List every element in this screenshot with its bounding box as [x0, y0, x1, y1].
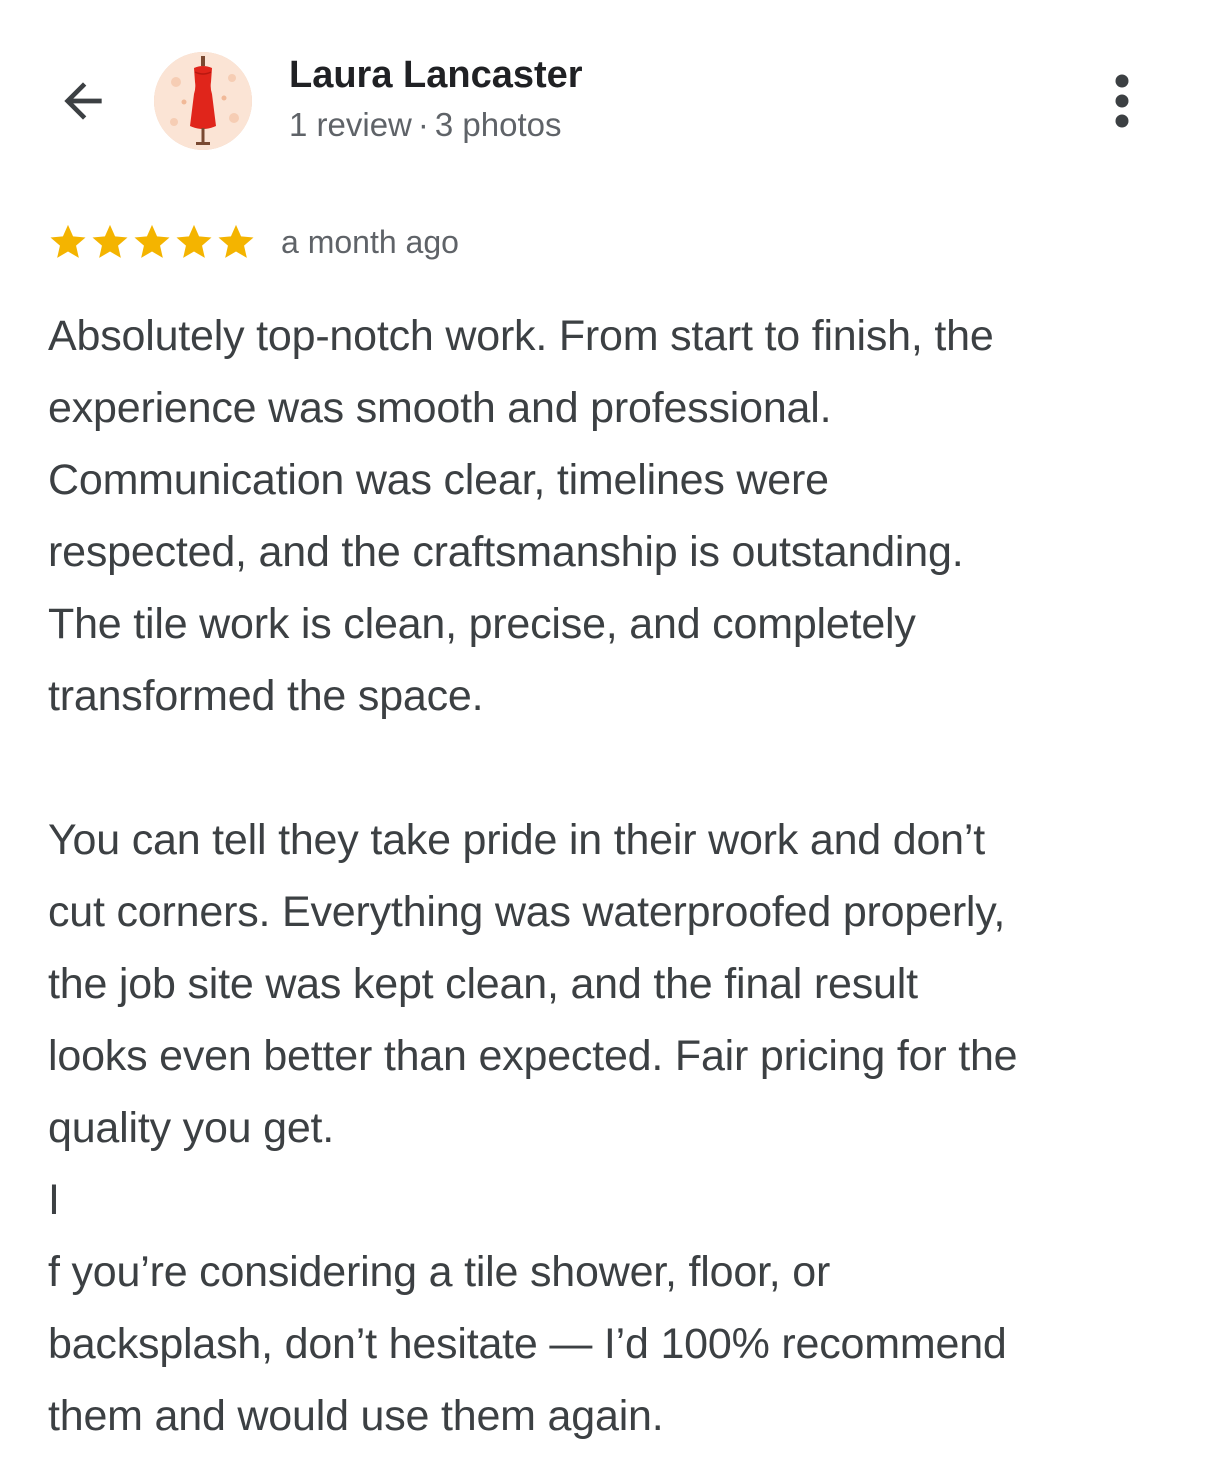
review-text-line: f you’re considering a tile shower, floo… — [48, 1248, 831, 1296]
review-paragraph-2: You can tell they take pride in their wo… — [48, 804, 1178, 1452]
review-text-line: transformed the space. — [48, 672, 484, 720]
review-count: 1 review — [289, 106, 412, 143]
review-text-line: cut corners. Everything was waterproofed… — [48, 888, 1006, 936]
avatar[interactable] — [154, 52, 252, 150]
photo-count: 3 photos — [434, 106, 562, 143]
review-text-line: looks even better than expected. Fair pr… — [48, 1032, 1018, 1080]
review-header: Laura Lancaster 1 review · 3 photos — [0, 0, 1206, 170]
review-text-line: them and would use them again. — [48, 1392, 664, 1440]
more-options-button[interactable] — [1098, 68, 1146, 134]
review-text: Absolutely top-notch work. From start to… — [48, 300, 1178, 1452]
arrow-back-icon — [64, 82, 102, 120]
meta-separator: · — [417, 106, 429, 143]
reviewer-meta: 1 review · 3 photos — [289, 106, 562, 144]
star-icon — [134, 224, 170, 258]
reviewer-name[interactable]: Laura Lancaster — [289, 54, 583, 97]
review-text-line: Absolutely top-notch work. From start to… — [48, 312, 994, 360]
star-icon — [50, 224, 86, 258]
rating-row: a month ago — [47, 218, 459, 266]
review-text-line: The tile work is clean, precise, and com… — [48, 600, 916, 648]
star-icon — [92, 224, 128, 258]
star-icon — [218, 224, 254, 258]
review-text-line: respected, and the craftsmanship is outs… — [48, 528, 964, 576]
star-rating — [47, 221, 257, 263]
review-text-line: experience was smooth and professional. — [48, 384, 832, 432]
dress-mannequin-avatar-icon — [154, 52, 252, 150]
review-time: a month ago — [281, 223, 459, 260]
star-icon — [176, 224, 212, 258]
review-text-line: I — [48, 1176, 60, 1224]
back-button[interactable] — [50, 68, 116, 134]
review-text-line: the job site was kept clean, and the fin… — [48, 960, 918, 1008]
review-text-line: Communication was clear, timelines were — [48, 456, 829, 504]
review-text-line: quality you get. — [48, 1104, 335, 1152]
review-text-line: backsplash, don’t hesitate — I’d 100% re… — [48, 1320, 1007, 1368]
review-paragraph-1: Absolutely top-notch work. From start to… — [48, 300, 1178, 732]
review-text-line: You can tell they take pride in their wo… — [48, 816, 985, 864]
more-vert-icon — [1115, 74, 1129, 128]
